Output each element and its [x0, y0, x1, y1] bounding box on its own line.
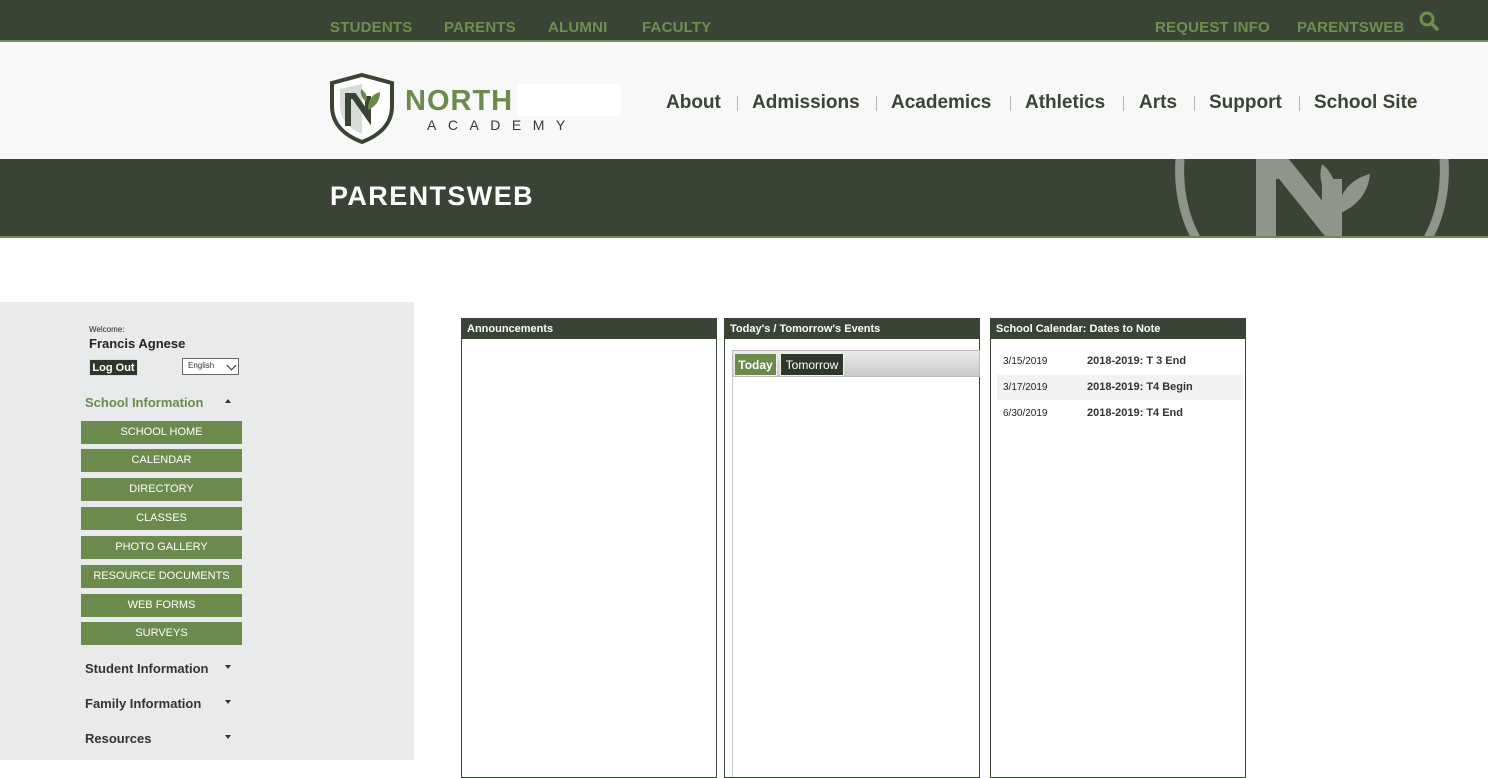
- logout-button[interactable]: Log Out: [89, 359, 138, 376]
- welcome-label: Welcome:: [89, 325, 125, 334]
- nav-support[interactable]: Support: [1209, 92, 1282, 114]
- nav-divider: [876, 96, 877, 111]
- nav-divider: [1123, 96, 1124, 111]
- logo-name-line1: NORTH: [405, 85, 514, 117]
- calendar-date: 3/15/2019: [1003, 356, 1048, 367]
- calendar-date: 3/17/2019: [1003, 382, 1048, 393]
- caret-down-icon[interactable]: [225, 735, 231, 739]
- nav-about[interactable]: About: [666, 92, 721, 114]
- topnav-faculty-link[interactable]: FACULTY: [642, 19, 711, 36]
- caret-up-icon[interactable]: [225, 399, 231, 403]
- search-icon[interactable]: [1419, 11, 1439, 31]
- section-student-information[interactable]: Student Information: [85, 661, 209, 676]
- language-select-value: English: [188, 361, 215, 370]
- menu-surveys-button[interactable]: SURVEYS: [81, 622, 242, 645]
- menu-classes-button[interactable]: CLASSES: [81, 507, 242, 530]
- user-name: Francis Agnese: [89, 336, 186, 351]
- logo-name-line2: ACADEMY: [427, 117, 577, 133]
- menu-web-forms-button[interactable]: WEB FORMS: [81, 594, 242, 617]
- events-panel: Today's / Tomorrow's Events Today Tomorr…: [724, 318, 980, 778]
- section-resources[interactable]: Resources: [85, 731, 151, 746]
- caret-down-icon[interactable]: [225, 700, 231, 704]
- topnav-parentsweb-link[interactable]: PARENTSWEB: [1297, 19, 1405, 36]
- menu-school-home-button[interactable]: SCHOOL HOME: [81, 421, 242, 444]
- tab-tomorrow[interactable]: Tomorrow: [780, 353, 844, 376]
- events-panel-title: Today's / Tomorrow's Events: [725, 319, 979, 339]
- calendar-row[interactable]: 3/15/2019 2018-2019: T 3 End: [997, 349, 1243, 374]
- top-utility-bar: STUDENTS PARENTS ALUMNI FACULTY REQUEST …: [0, 0, 1488, 42]
- school-calendar-panel: School Calendar: Dates to Note 3/15/2019…: [990, 318, 1246, 778]
- calendar-event[interactable]: 2018-2019: T 3 End: [1087, 355, 1186, 367]
- calendar-row[interactable]: 3/17/2019 2018-2019: T4 Begin: [997, 375, 1243, 400]
- nav-school-site[interactable]: School Site: [1314, 92, 1417, 114]
- sidebar: Welcome: Francis Agnese Log Out English …: [0, 302, 414, 760]
- nav-arts[interactable]: Arts: [1139, 92, 1177, 114]
- tab-today[interactable]: Today: [734, 353, 777, 376]
- topnav-parents-link[interactable]: PARENTS: [444, 19, 516, 36]
- menu-calendar-button[interactable]: CALENDAR: [81, 449, 242, 472]
- section-family-information[interactable]: Family Information: [85, 696, 201, 711]
- page-banner: PARENTSWEB: [0, 159, 1488, 238]
- announcements-panel: Announcements: [461, 318, 717, 778]
- nav-divider: [737, 96, 738, 111]
- page-title: PARENTSWEB: [330, 181, 535, 211]
- nav-athletics[interactable]: Athletics: [1025, 92, 1105, 114]
- calendar-row[interactable]: 6/30/2019 2018-2019: T4 End: [997, 401, 1243, 426]
- logo-background: [518, 84, 621, 116]
- events-tab-content: [732, 377, 980, 777]
- section-school-information[interactable]: School Information: [85, 395, 203, 410]
- shield-logo-icon[interactable]: [328, 72, 396, 144]
- nav-academics[interactable]: Academics: [891, 92, 991, 114]
- menu-resource-documents-button[interactable]: RESOURCE DOCUMENTS: [81, 565, 242, 588]
- topnav-students-link[interactable]: STUDENTS: [330, 19, 412, 36]
- calendar-event[interactable]: 2018-2019: T4 Begin: [1087, 381, 1193, 393]
- nav-divider: [1299, 96, 1300, 111]
- calendar-date: 6/30/2019: [1003, 408, 1048, 419]
- announcements-panel-title: Announcements: [462, 319, 716, 339]
- chevron-down-icon: [226, 360, 237, 371]
- calendar-panel-title: School Calendar: Dates to Note: [991, 319, 1245, 339]
- topnav-alumni-link[interactable]: ALUMNI: [548, 19, 608, 36]
- nav-divider: [1194, 96, 1195, 111]
- topnav-request-info-link[interactable]: REQUEST INFO: [1155, 19, 1270, 36]
- site-header: NORTH ACADEMY About Admissions Academics…: [0, 42, 1488, 159]
- nav-divider: [1010, 96, 1011, 111]
- caret-down-icon[interactable]: [225, 665, 231, 669]
- nav-admissions[interactable]: Admissions: [752, 92, 860, 114]
- watermark-logo-icon: [1175, 159, 1449, 236]
- language-select[interactable]: English: [182, 358, 239, 375]
- events-tab-bar: Today Tomorrow: [732, 350, 980, 377]
- menu-photo-gallery-button[interactable]: PHOTO GALLERY: [81, 536, 242, 559]
- calendar-event[interactable]: 2018-2019: T4 End: [1087, 407, 1183, 419]
- menu-directory-button[interactable]: DIRECTORY: [81, 478, 242, 501]
